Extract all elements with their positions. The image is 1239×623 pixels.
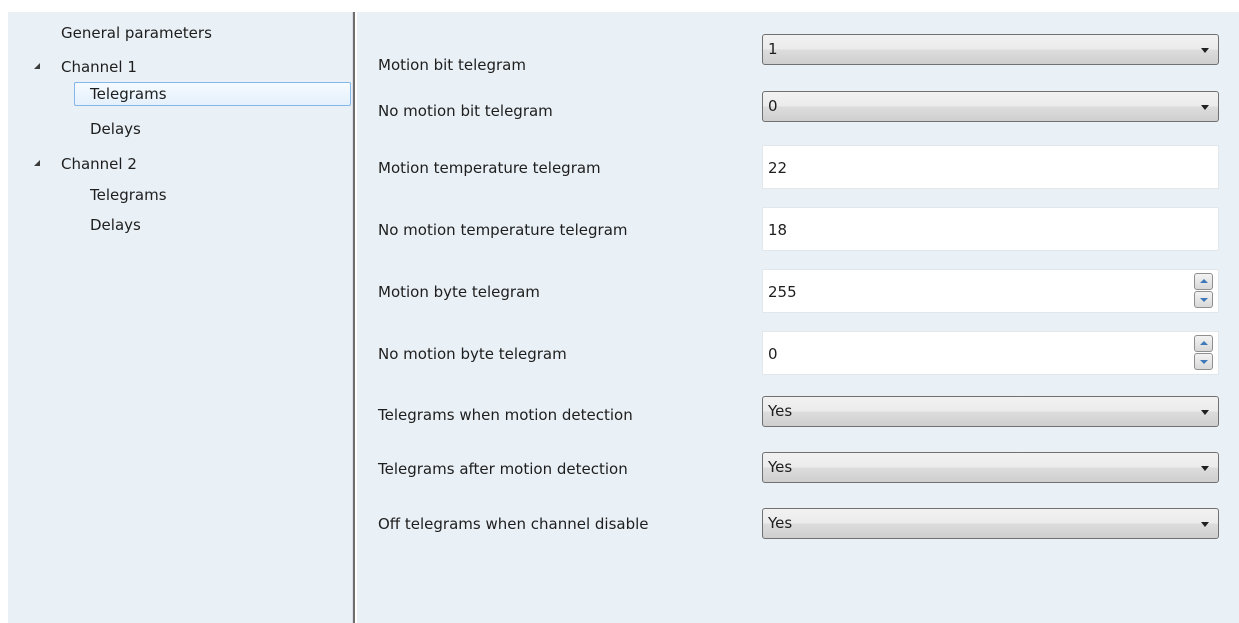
spin-up-button[interactable] xyxy=(1194,335,1213,352)
telegrams-when-motion-detection-dropdown[interactable]: Yes xyxy=(762,396,1219,427)
no-motion-temperature-telegram-input[interactable]: 18 xyxy=(762,207,1219,251)
no-motion-byte-telegram-stepper[interactable]: 0 xyxy=(762,331,1219,375)
no-motion-bit-telegram-dropdown[interactable]: 0 xyxy=(762,91,1219,122)
param-label-no-motion-bit-telegram: No motion bit telegram xyxy=(378,102,553,120)
spin-down-icon xyxy=(1200,360,1208,364)
tree-item-label: Telegrams xyxy=(90,85,167,103)
tree-item-label: Delays xyxy=(90,120,141,138)
stepper-buttons xyxy=(1194,335,1213,371)
motion-byte-telegram-stepper[interactable]: 255 xyxy=(762,269,1219,313)
chevron-down-icon xyxy=(1201,410,1209,415)
dropdown-value: Yes xyxy=(768,458,793,476)
tree-item-channel-1-telegrams[interactable]: Telegrams xyxy=(74,82,351,106)
chevron-down-icon xyxy=(1201,48,1209,53)
param-label-no-motion-temperature-telegram: No motion temperature telegram xyxy=(378,221,628,239)
tree-item-channel-1[interactable]: Channel 1 xyxy=(61,56,137,80)
tree-item-channel-2-delays[interactable]: Delays xyxy=(90,214,141,238)
expanded-triangle-icon[interactable] xyxy=(34,160,40,166)
input-value: 18 xyxy=(768,221,788,239)
stepper-buttons xyxy=(1194,273,1213,309)
spin-down-button[interactable] xyxy=(1194,291,1213,308)
spin-up-button[interactable] xyxy=(1194,273,1213,290)
parameter-panel: Motion bit telegram 1 No motion bit tele… xyxy=(357,12,1239,623)
tree-item-label: Delays xyxy=(90,216,141,234)
param-label-motion-bit-telegram: Motion bit telegram xyxy=(378,56,526,74)
tree-item-label: Channel 1 xyxy=(61,58,137,76)
tree-item-label: Telegrams xyxy=(90,186,167,204)
spin-up-icon xyxy=(1200,341,1208,345)
tree-item-label: Channel 2 xyxy=(61,155,137,173)
tree-item-label: General parameters xyxy=(61,24,212,42)
spin-up-icon xyxy=(1200,279,1208,283)
tree-item-channel-2-telegrams[interactable]: Telegrams xyxy=(90,184,167,208)
input-value: 255 xyxy=(768,283,797,301)
tree-item-general-parameters[interactable]: General parameters xyxy=(61,22,212,46)
param-label-no-motion-byte-telegram: No motion byte telegram xyxy=(378,345,567,363)
chevron-down-icon xyxy=(1201,522,1209,527)
input-value: 0 xyxy=(768,345,778,363)
motion-temperature-telegram-input[interactable]: 22 xyxy=(762,145,1219,189)
telegrams-after-motion-detection-dropdown[interactable]: Yes xyxy=(762,452,1219,483)
param-label-motion-byte-telegram: Motion byte telegram xyxy=(378,283,540,301)
chevron-down-icon xyxy=(1201,105,1209,110)
dropdown-value: 1 xyxy=(768,40,778,58)
param-label-off-telegrams-when-channel-disable: Off telegrams when channel disable xyxy=(378,515,649,533)
spin-down-button[interactable] xyxy=(1194,353,1213,370)
chevron-down-icon xyxy=(1201,466,1209,471)
input-value: 22 xyxy=(768,159,788,177)
expanded-triangle-icon[interactable] xyxy=(34,63,40,69)
tree-item-channel-1-delays[interactable]: Delays xyxy=(90,118,141,142)
spin-down-icon xyxy=(1200,298,1208,302)
parameter-tree: General parameters Channel 1 Telegrams D… xyxy=(8,12,352,623)
param-label-telegrams-after-motion-detection: Telegrams after motion detection xyxy=(378,460,628,478)
param-label-telegrams-when-motion-detection: Telegrams when motion detection xyxy=(378,406,633,424)
dropdown-value: 0 xyxy=(768,97,778,115)
param-label-motion-temperature-telegram: Motion temperature telegram xyxy=(378,159,601,177)
tree-item-channel-2[interactable]: Channel 2 xyxy=(61,153,137,177)
dropdown-value: Yes xyxy=(768,514,793,532)
off-telegrams-when-channel-disable-dropdown[interactable]: Yes xyxy=(762,508,1219,539)
dropdown-value: Yes xyxy=(768,402,793,420)
motion-bit-telegram-dropdown[interactable]: 1 xyxy=(762,34,1219,65)
parameter-window: General parameters Channel 1 Telegrams D… xyxy=(8,12,1239,623)
